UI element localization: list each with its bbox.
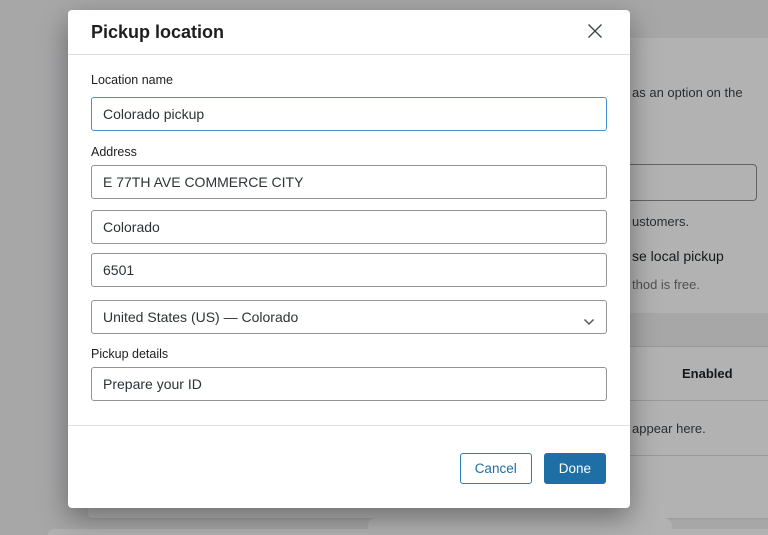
- pickup-details-label: Pickup details: [91, 347, 169, 361]
- close-button[interactable]: [582, 19, 608, 45]
- postcode-input[interactable]: [91, 253, 607, 287]
- done-button[interactable]: Done: [543, 453, 606, 484]
- screen: as an option on the ustomers. se local p…: [0, 0, 768, 535]
- modal-body: Location name Address United States (US)…: [68, 55, 630, 401]
- country-state-select-wrap: United States (US) — Colorado: [91, 300, 607, 334]
- location-name-label: Location name: [91, 73, 174, 87]
- city-input[interactable]: [91, 210, 607, 244]
- modal-title: Pickup location: [91, 21, 225, 42]
- address-label: Address: [91, 145, 137, 159]
- location-name-input[interactable]: [91, 97, 607, 131]
- modal-header: Pickup location: [68, 10, 630, 55]
- pickup-location-modal: Pickup location Location name Address Un…: [68, 10, 630, 508]
- close-icon: [586, 22, 604, 43]
- pickup-details-input[interactable]: [91, 367, 607, 401]
- modal-footer: Cancel Done: [68, 425, 630, 508]
- country-state-select[interactable]: United States (US) — Colorado: [91, 300, 607, 334]
- cancel-button[interactable]: Cancel: [459, 453, 532, 484]
- address-line1-input[interactable]: [91, 165, 607, 199]
